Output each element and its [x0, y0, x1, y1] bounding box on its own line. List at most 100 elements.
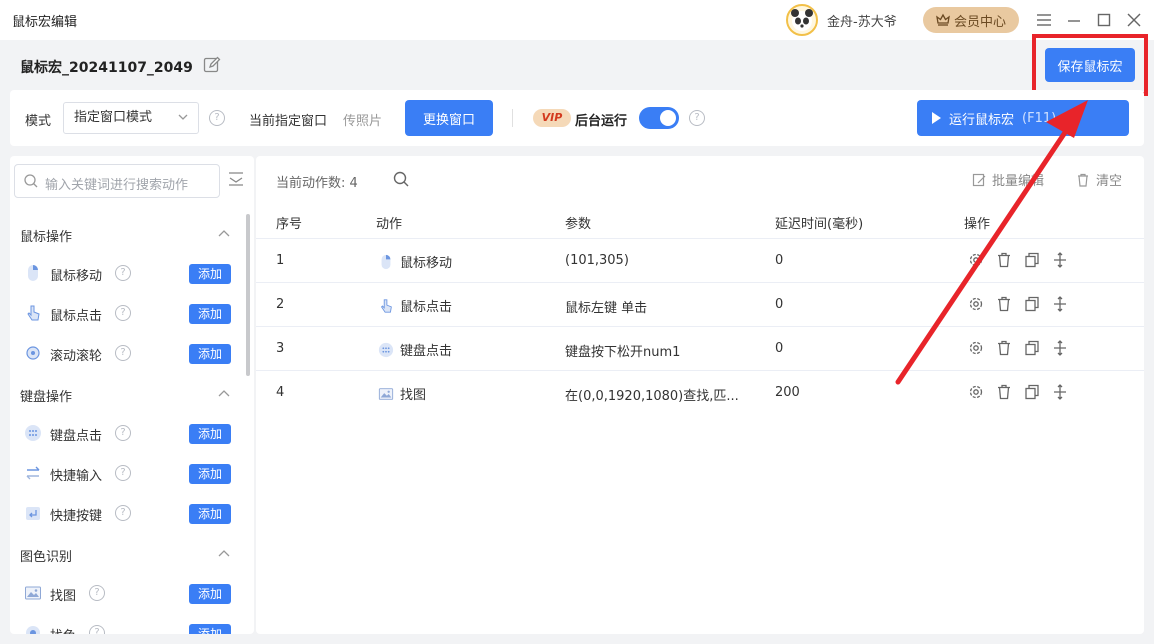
- add-button[interactable]: 添加: [189, 264, 231, 284]
- drag-handle-icon[interactable]: [1052, 252, 1068, 268]
- action-count: 当前动作数: 4: [276, 176, 358, 191]
- gear-icon[interactable]: [968, 384, 984, 400]
- play-icon: [932, 112, 941, 124]
- drag-handle-icon[interactable]: [1052, 296, 1068, 312]
- drag-handle-icon[interactable]: [1052, 340, 1068, 356]
- group-title-mouse: 鼠标操作: [20, 230, 73, 245]
- color-icon: [26, 626, 40, 634]
- clear-button[interactable]: 清空: [1076, 170, 1122, 189]
- action-item-scroll-wheel[interactable]: 滚动滚轮 ? 添加: [10, 338, 246, 368]
- help-icon[interactable]: ?: [115, 425, 131, 441]
- action-list-panel: 当前动作数: 4 批量编辑 清空 序号 动作 参数 延迟时间(毫秒) 操作 1 …: [256, 156, 1144, 634]
- background-run-label: 后台运行: [575, 114, 628, 129]
- scroll-wheel-icon: [26, 346, 40, 360]
- table-row[interactable]: 4 找图 在(0,0,1920,1080)查找,匹... 200: [256, 370, 1144, 414]
- search-icon: [24, 174, 38, 188]
- row-operations: [968, 252, 1068, 268]
- add-button[interactable]: 添加: [189, 624, 231, 634]
- add-button[interactable]: 添加: [189, 584, 231, 604]
- scrollbar[interactable]: [246, 214, 250, 376]
- row-params: 在(0,0,1920,1080)查找,匹...: [565, 389, 739, 404]
- copy-icon[interactable]: [1024, 252, 1040, 268]
- gear-icon[interactable]: [968, 340, 984, 356]
- action-item-key-press[interactable]: 键盘点击 ? 添加: [10, 418, 246, 448]
- title-bar: 鼠标宏编辑 金舟-苏大爷 会员中心: [0, 0, 1154, 40]
- table-row[interactable]: 2 鼠标点击 鼠标左键 单击 0: [256, 282, 1144, 326]
- add-button[interactable]: 添加: [189, 304, 231, 324]
- help-icon[interactable]: ?: [89, 625, 105, 634]
- column-header-params: 参数: [565, 217, 592, 232]
- help-icon[interactable]: ?: [689, 110, 705, 126]
- trash-icon[interactable]: [996, 340, 1012, 356]
- username[interactable]: 金舟-苏大爷: [827, 11, 897, 30]
- pointer-icon: [380, 298, 392, 313]
- action-label: 键盘点击: [50, 429, 103, 444]
- trash-icon[interactable]: [996, 252, 1012, 268]
- drag-handle-icon[interactable]: [1052, 384, 1068, 400]
- group-title-image-color: 图色识别: [20, 550, 73, 565]
- help-icon[interactable]: ?: [115, 505, 131, 521]
- help-icon[interactable]: ?: [115, 265, 131, 281]
- maximize-icon[interactable]: [1094, 10, 1114, 30]
- action-item-mouse-move[interactable]: 鼠标移动 ? 添加: [10, 258, 246, 288]
- help-icon[interactable]: ?: [209, 110, 225, 126]
- chevron-up-icon[interactable]: [218, 389, 230, 397]
- action-search-input[interactable]: 输入关键词进行搜索动作: [14, 164, 220, 198]
- add-button[interactable]: 添加: [189, 464, 231, 484]
- trash-icon: [1078, 173, 1088, 187]
- row-action: 鼠标点击: [378, 296, 452, 315]
- action-item-mouse-click[interactable]: 鼠标点击 ? 添加: [10, 298, 246, 328]
- help-icon[interactable]: ?: [89, 585, 105, 601]
- collapse-all-icon[interactable]: [228, 172, 244, 186]
- change-window-button[interactable]: 更换窗口: [405, 100, 493, 136]
- column-header-index: 序号: [276, 217, 303, 232]
- add-button[interactable]: 添加: [189, 424, 231, 444]
- row-action: 找图: [378, 384, 426, 403]
- action-item-quick-input[interactable]: 快捷输入 ? 添加: [10, 458, 246, 488]
- gear-icon[interactable]: [968, 252, 984, 268]
- table-row[interactable]: 3 键盘点击 键盘按下松开num1 0: [256, 326, 1144, 370]
- copy-icon[interactable]: [1024, 384, 1040, 400]
- close-icon[interactable]: [1124, 10, 1144, 30]
- menu-icon[interactable]: [1034, 10, 1054, 30]
- background-run-toggle[interactable]: [639, 107, 679, 129]
- row-operations: [968, 384, 1068, 400]
- action-item-find-color[interactable]: 找色 ? 添加: [10, 618, 246, 634]
- image-icon: [378, 387, 394, 400]
- keyboard-icon: [25, 425, 41, 441]
- chevron-up-icon[interactable]: [218, 549, 230, 557]
- avatar[interactable]: [786, 4, 818, 36]
- trash-icon[interactable]: [996, 296, 1012, 312]
- mode-select[interactable]: 指定窗口模式: [63, 102, 199, 134]
- minimize-icon[interactable]: [1064, 10, 1084, 30]
- batch-edit-button[interactable]: 批量编辑: [972, 170, 1044, 189]
- column-header-operations: 操作: [964, 217, 991, 232]
- row-params: 键盘按下松开num1: [565, 345, 681, 360]
- add-button[interactable]: 添加: [189, 344, 231, 364]
- row-action: 鼠标移动: [378, 252, 452, 271]
- row-params: 鼠标左键 单击: [565, 301, 648, 316]
- chevron-down-icon: [178, 114, 188, 120]
- trash-icon[interactable]: [996, 384, 1012, 400]
- vip-center-button[interactable]: 会员中心: [923, 7, 1019, 33]
- mouse-icon: [381, 254, 391, 269]
- help-icon[interactable]: ?: [115, 305, 131, 321]
- current-window-label: 当前指定窗口: [249, 114, 328, 129]
- edit-icon[interactable]: [203, 56, 221, 74]
- table-row[interactable]: 1 鼠标移动 (101,305) 0: [256, 238, 1144, 282]
- column-header-action: 动作: [376, 217, 403, 232]
- help-icon[interactable]: ?: [115, 465, 131, 481]
- crown-icon: [936, 13, 950, 26]
- action-label: 鼠标点击: [50, 309, 103, 324]
- copy-icon[interactable]: [1024, 340, 1040, 356]
- pointer-icon: [27, 305, 40, 321]
- action-item-hotkey[interactable]: 快捷按键 ? 添加: [10, 498, 246, 528]
- action-item-find-image[interactable]: 找图 ? 添加: [10, 578, 246, 608]
- chevron-up-icon[interactable]: [218, 229, 230, 237]
- run-macro-button[interactable]: 运行鼠标宏 (F11): [917, 100, 1129, 136]
- search-icon[interactable]: [393, 171, 409, 187]
- copy-icon[interactable]: [1024, 296, 1040, 312]
- add-button[interactable]: 添加: [189, 504, 231, 524]
- help-icon[interactable]: ?: [115, 345, 131, 361]
- gear-icon[interactable]: [968, 296, 984, 312]
